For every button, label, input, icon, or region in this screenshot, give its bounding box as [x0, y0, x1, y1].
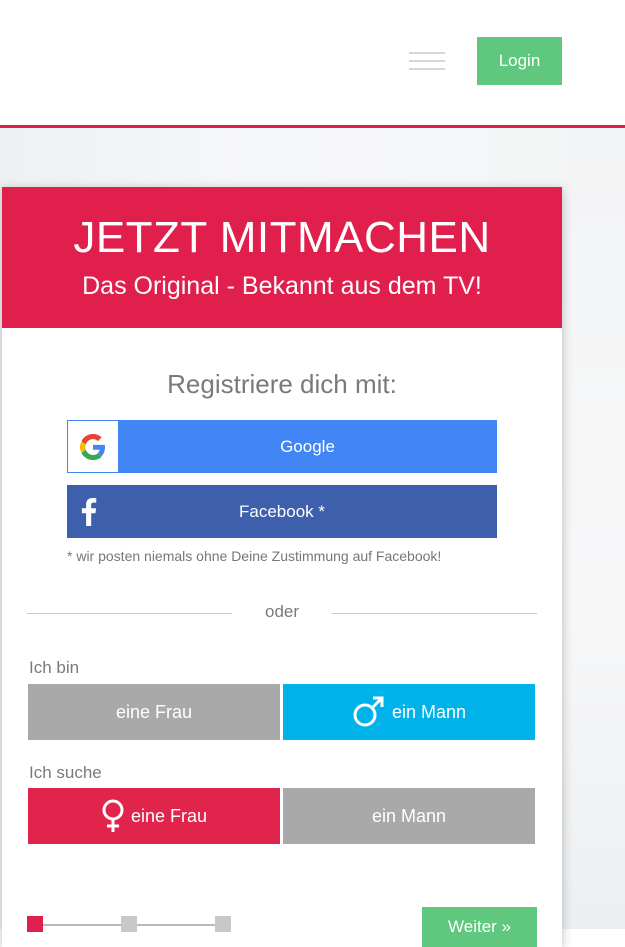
seeking-female-label: eine Frau — [130, 805, 208, 826]
male-symbol-icon — [352, 696, 386, 728]
gender-label: Ich bin — [29, 658, 80, 677]
top-header: Login — [0, 0, 625, 128]
google-icon — [68, 421, 118, 472]
step-progress — [27, 916, 237, 936]
login-button[interactable]: Login — [477, 37, 562, 85]
gender-female-label: eine Frau — [115, 701, 193, 722]
divider-text: oder — [264, 602, 300, 621]
progress-line — [137, 924, 215, 926]
seeking-label: Ich suche — [29, 763, 102, 782]
progress-step — [121, 916, 137, 932]
menu-icon[interactable] — [409, 50, 445, 72]
google-button-label: Google — [280, 436, 335, 456]
facebook-button-label: Facebook * — [239, 501, 325, 521]
divider-right — [332, 613, 537, 614]
divider-left — [27, 613, 232, 614]
facebook-disclaimer: * wir posten niemals ohne Deine Zustimmu… — [67, 548, 442, 564]
signup-subtitle: Das Original - Bekannt aus dem TV! — [82, 272, 482, 300]
seeking-male-label: ein Mann — [371, 805, 447, 826]
signup-header: JETZT MITMACHEN Das Original - Bekannt a… — [2, 187, 562, 328]
facebook-signup-button[interactable]: Facebook * — [67, 485, 497, 538]
female-symbol-icon — [101, 799, 125, 833]
progress-line — [43, 924, 121, 926]
register-with-label: Registriere dich mit: — [167, 369, 397, 399]
progress-step — [215, 916, 231, 932]
gender-male-button[interactable]: ein Mann — [283, 684, 535, 740]
gender-female-button[interactable]: eine Frau — [28, 684, 280, 740]
seeking-female-button[interactable]: eine Frau — [28, 788, 280, 844]
background-image-right — [562, 128, 625, 929]
seeking-male-button[interactable]: ein Mann — [283, 788, 535, 844]
signup-title: JETZT MITMACHEN — [73, 213, 491, 262]
signup-card: JETZT MITMACHEN Das Original - Bekannt a… — [2, 187, 562, 947]
gender-male-label: ein Mann — [391, 701, 467, 722]
google-signup-button[interactable]: Google — [67, 420, 497, 473]
next-button[interactable]: Weiter » — [422, 907, 537, 947]
progress-step-active — [27, 916, 43, 932]
